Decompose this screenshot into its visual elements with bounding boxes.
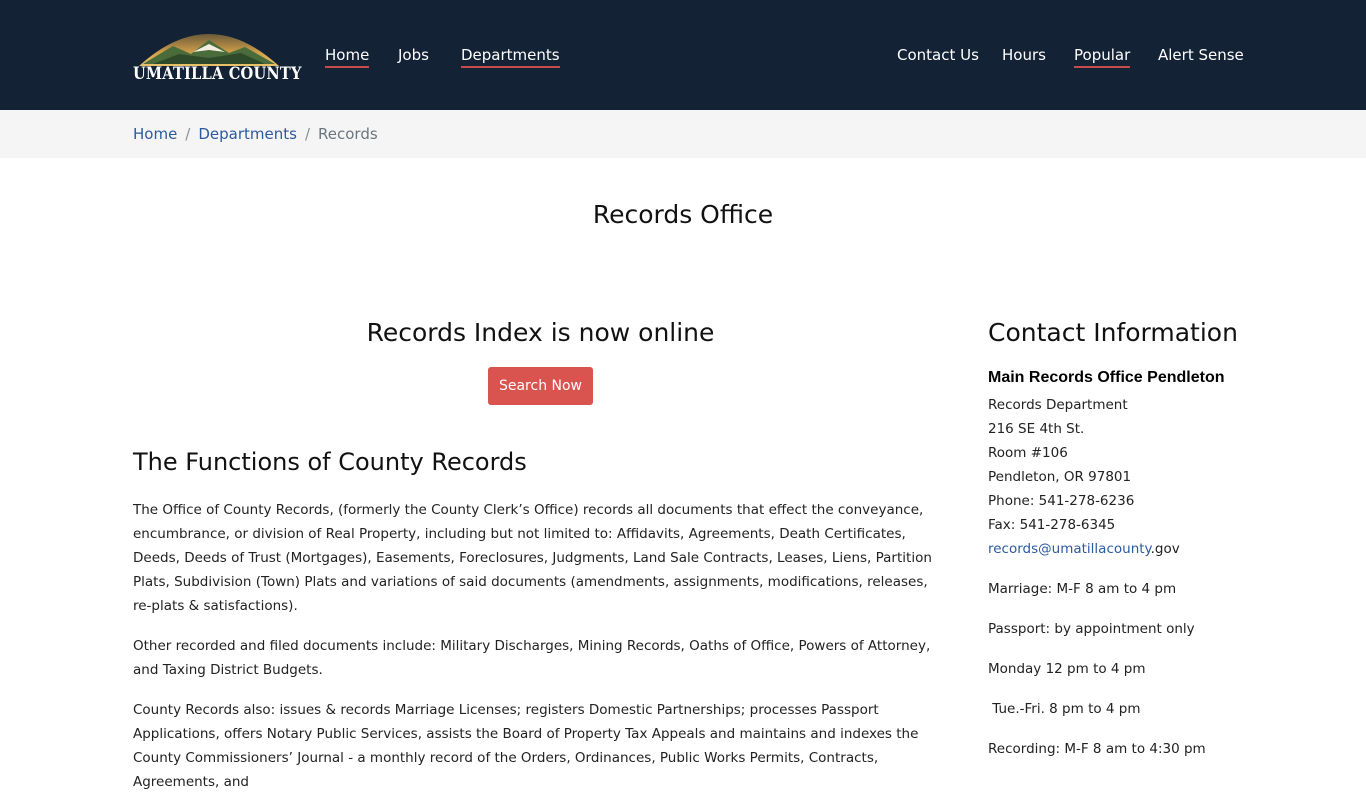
- hours-monday: Monday 12 pm to 4 pm: [988, 661, 1146, 677]
- contact-line: Room #106: [988, 445, 1068, 461]
- breadcrumb-separator: /: [304, 125, 311, 143]
- contact-line: 216 SE 4th St.: [988, 421, 1085, 437]
- email-tail: .gov: [1150, 541, 1180, 557]
- contact-sidebar: Contact Information Main Records Office …: [988, 318, 1238, 757]
- nav-alert-sense[interactable]: Alert Sense: [1158, 45, 1244, 65]
- email-line: records@umatillacounty.gov: [988, 537, 1180, 561]
- phone-line: Phone: 541-278-6236: [988, 493, 1135, 509]
- nav-popular[interactable]: Popular: [1074, 45, 1131, 68]
- logo-text: UMATILLA COUNTY: [133, 64, 302, 84]
- contact-line: Records Department: [988, 397, 1128, 413]
- functions-heading: The Functions of County Records: [133, 448, 527, 476]
- functions-paragraph: The Office of County Records, (formerly …: [133, 502, 932, 614]
- breadcrumb-departments[interactable]: Departments: [198, 125, 297, 143]
- nav-contact-us[interactable]: Contact Us: [897, 45, 979, 65]
- hours-recording: Recording: M-F 8 am to 4:30 pm: [988, 741, 1206, 757]
- email-link[interactable]: records@umatillacounty: [988, 541, 1151, 557]
- mountain-logo-icon: [139, 34, 279, 66]
- breadcrumb-home[interactable]: Home: [133, 125, 177, 143]
- breadcrumb: Home / Departments / Records: [133, 124, 378, 144]
- hours-tue-fri: Tue.-Fri. 8 pm to 4 pm: [988, 701, 1141, 717]
- breadcrumb-separator: /: [185, 125, 191, 143]
- contact-line: Pendleton, OR 97801: [988, 469, 1132, 485]
- records-index-heading: Records Index is now online: [366, 318, 715, 347]
- breadcrumb-current: Records: [318, 125, 378, 143]
- fax-line: Fax: 541-278-6345: [988, 517, 1116, 533]
- search-now-button[interactable]: Search Now: [488, 367, 593, 405]
- other-documents-paragraph: Other recorded and filed documents inclu…: [133, 638, 931, 678]
- nav-departments[interactable]: Departments: [461, 45, 560, 68]
- county-logo[interactable]: UMATILLA COUNTY: [133, 20, 302, 90]
- nav-hours[interactable]: Hours: [1002, 45, 1046, 65]
- hours-marriage: Marriage: M-F 8 am to 4 pm: [988, 581, 1177, 597]
- hours-passport: Passport: by appointment only: [988, 621, 1195, 637]
- nav-jobs[interactable]: Jobs: [398, 45, 429, 65]
- contact-heading: Contact Information: [988, 318, 1238, 347]
- site-header: UMATILLA COUNTY Home Jobs Departments Co…: [0, 0, 1366, 110]
- nav-home[interactable]: Home: [325, 45, 370, 68]
- page-title: Records Office: [592, 200, 774, 229]
- office-name: Main Records Office Pendleton: [988, 369, 1225, 386]
- services-paragraph: County Records also: issues & records Ma…: [133, 702, 919, 790]
